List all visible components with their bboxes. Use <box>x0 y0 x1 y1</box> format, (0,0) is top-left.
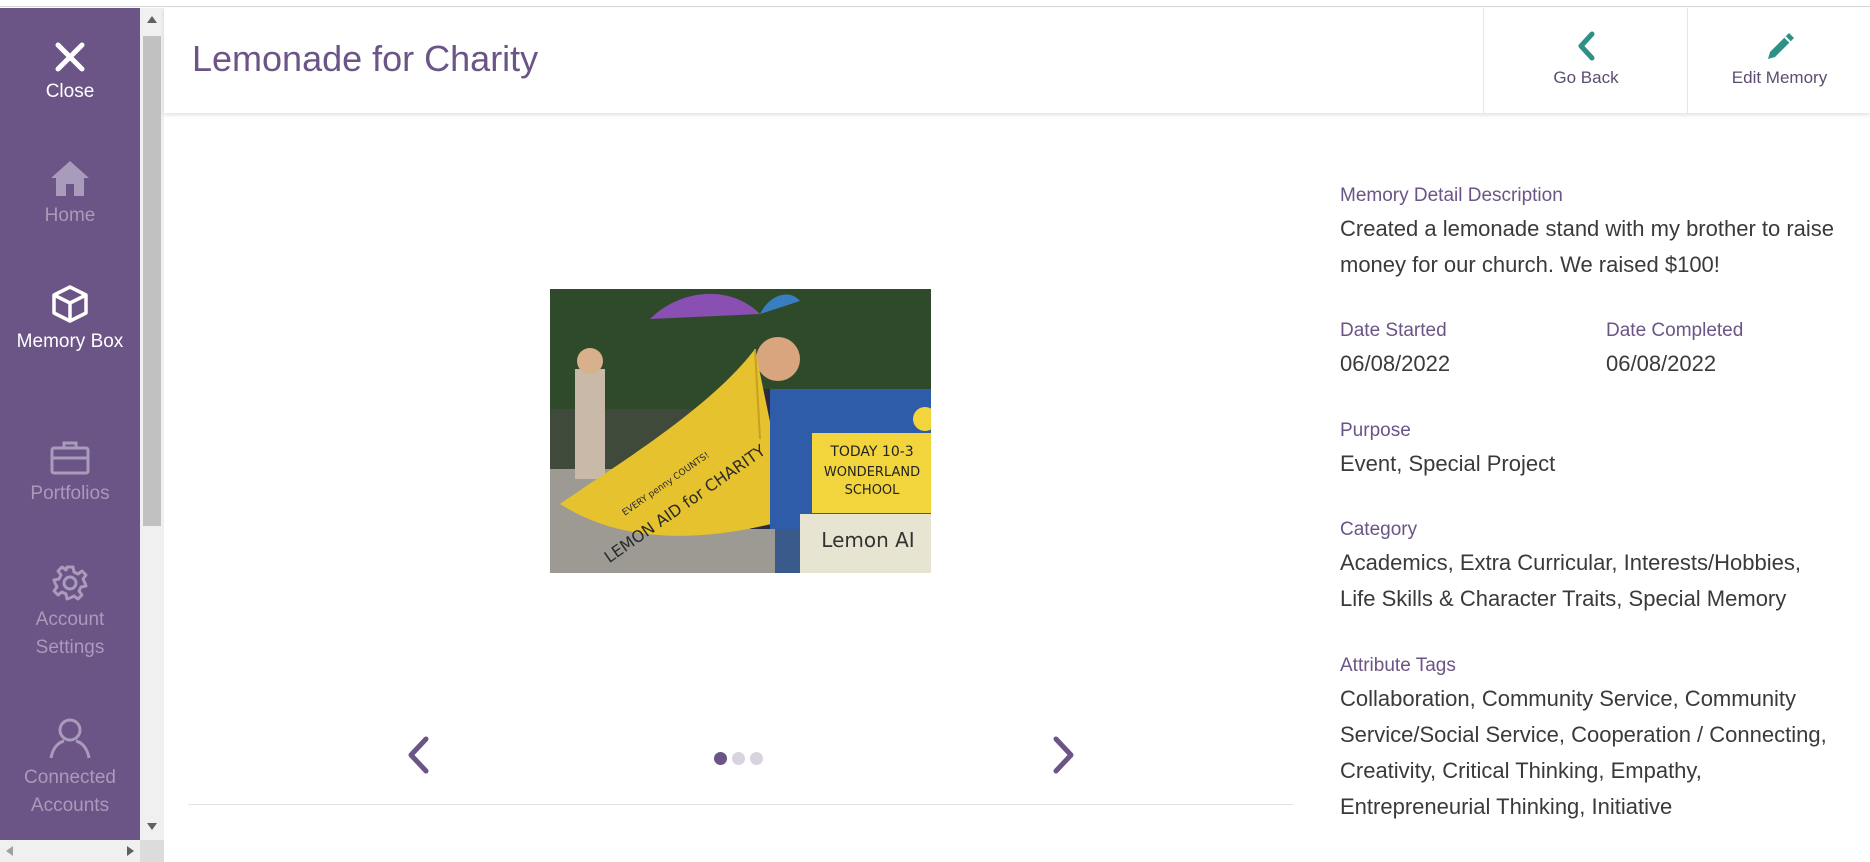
carousel-prev-button[interactable] <box>400 733 436 777</box>
home-icon <box>51 161 89 196</box>
close-icon <box>55 42 85 72</box>
window-top-border <box>0 0 1870 7</box>
sidebar-item-label: Portfolios <box>30 483 110 504</box>
sidebar-item-label: Account Settings <box>35 609 105 658</box>
go-back-label: Go Back <box>1553 68 1619 87</box>
sidebar-item-label: Close <box>45 81 95 102</box>
scrollbar-thumb[interactable] <box>143 36 161 526</box>
carousel-dot-1[interactable] <box>714 752 727 765</box>
date-completed-section: Date Completed 06/08/2022 <box>1606 320 1866 382</box>
date-completed-label: Date Completed <box>1606 320 1744 341</box>
briefcase-icon <box>50 441 90 475</box>
carousel-dot-3[interactable] <box>750 752 763 765</box>
horizontal-scrollbar[interactable] <box>0 840 140 862</box>
go-back-button[interactable]: Go Back <box>1483 8 1688 113</box>
date-started-label: Date Started <box>1340 320 1447 341</box>
edit-memory-label: Edit Memory <box>1731 68 1828 87</box>
attribute-tags-line-4: Entrepreneurial Thinking, Initiative <box>1340 794 1673 819</box>
sidebar-item-label: Connected Accounts <box>24 767 116 816</box>
attribute-tags-label: Attribute Tags <box>1340 655 1456 676</box>
carousel-dots <box>714 752 768 770</box>
chevron-left-icon <box>1578 31 1595 61</box>
carousel-next-button[interactable] <box>1046 733 1082 777</box>
sign-line-3: SCHOOL <box>845 483 901 498</box>
gear-icon <box>52 565 88 601</box>
box-icon <box>52 285 88 323</box>
user-icon <box>49 718 91 759</box>
scroll-up-arrow-icon[interactable] <box>147 16 157 23</box>
chevron-left-icon <box>408 736 429 774</box>
attribute-tags-line-1: Collaboration, Community Service, Commun… <box>1340 686 1797 711</box>
edit-memory-button[interactable]: Edit Memory <box>1687 8 1870 113</box>
attribute-tags-section: Attribute Tags Collaboration, Community … <box>1340 655 1870 825</box>
category-section: Category Academics, Extra Curricular, In… <box>1340 519 1870 617</box>
sidebar-item-label: Memory Box <box>16 331 124 352</box>
date-started-section: Date Started 06/08/2022 <box>1340 320 1600 382</box>
sidebar-item-account-settings[interactable]: Account Settings <box>0 564 140 662</box>
scroll-down-arrow-icon[interactable] <box>147 823 157 830</box>
page-header: Lemonade for Charity Go Back Edit Memory <box>164 8 1870 113</box>
sign-bottom-text: Lemon AI <box>821 528 914 552</box>
category-label: Category <box>1340 519 1418 540</box>
sidebar: Close Home Memory Box Portfolios Account… <box>0 8 140 840</box>
category-line-2: Life Skills & Character Traits, Special … <box>1340 586 1787 611</box>
sidebar-item-memory-box[interactable]: Memory Box <box>0 284 140 356</box>
sidebar-item-portfolios[interactable]: Portfolios <box>0 440 140 508</box>
carousel-divider <box>188 804 1294 805</box>
scroll-left-arrow-icon[interactable] <box>6 846 13 856</box>
attribute-tags-line-3: Creativity, Critical Thinking, Empathy, <box>1340 758 1702 783</box>
description-label: Memory Detail Description <box>1340 185 1563 206</box>
date-completed-value: 06/08/2022 <box>1606 351 1717 376</box>
sidebar-item-close[interactable]: Close <box>0 40 140 106</box>
scroll-right-arrow-icon[interactable] <box>127 846 134 856</box>
purpose-section: Purpose Event, Special Project <box>1340 420 1870 482</box>
lemonade-stand-image: TODAY 10-3 WONDERLAND SCHOOL Lemon AI LE… <box>550 289 931 573</box>
memory-photo: TODAY 10-3 WONDERLAND SCHOOL Lemon AI LE… <box>550 289 931 573</box>
sign-line-2: WONDERLAND <box>824 465 920 480</box>
sidebar-item-connected-accounts[interactable]: Connected Accounts <box>0 716 140 820</box>
chevron-right-icon <box>1053 736 1074 774</box>
scrollbar-corner <box>140 840 164 862</box>
sidebar-item-label: Home <box>44 205 96 226</box>
date-started-value: 06/08/2022 <box>1340 351 1451 376</box>
purpose-value: Event, Special Project <box>1340 451 1556 476</box>
sidebar-item-home[interactable]: Home <box>0 158 140 230</box>
sidebar-scrollbar[interactable] <box>140 8 164 840</box>
pencil-icon <box>1767 33 1794 59</box>
sign-line-1: TODAY 10-3 <box>829 444 913 460</box>
attribute-tags-line-2: Service/Social Service, Cooperation / Co… <box>1340 722 1827 747</box>
description-line-1: Created a lemonade stand with my brother… <box>1340 216 1835 241</box>
description-line-2: money for our church. We raised $100! <box>1340 252 1720 277</box>
page-title: Lemonade for Charity <box>192 38 539 79</box>
category-line-1: Academics, Extra Curricular, Interests/H… <box>1340 550 1801 575</box>
carousel-dot-2[interactable] <box>732 752 745 765</box>
description-section: Memory Detail Description Created a lemo… <box>1340 185 1870 283</box>
purpose-label: Purpose <box>1340 420 1411 441</box>
